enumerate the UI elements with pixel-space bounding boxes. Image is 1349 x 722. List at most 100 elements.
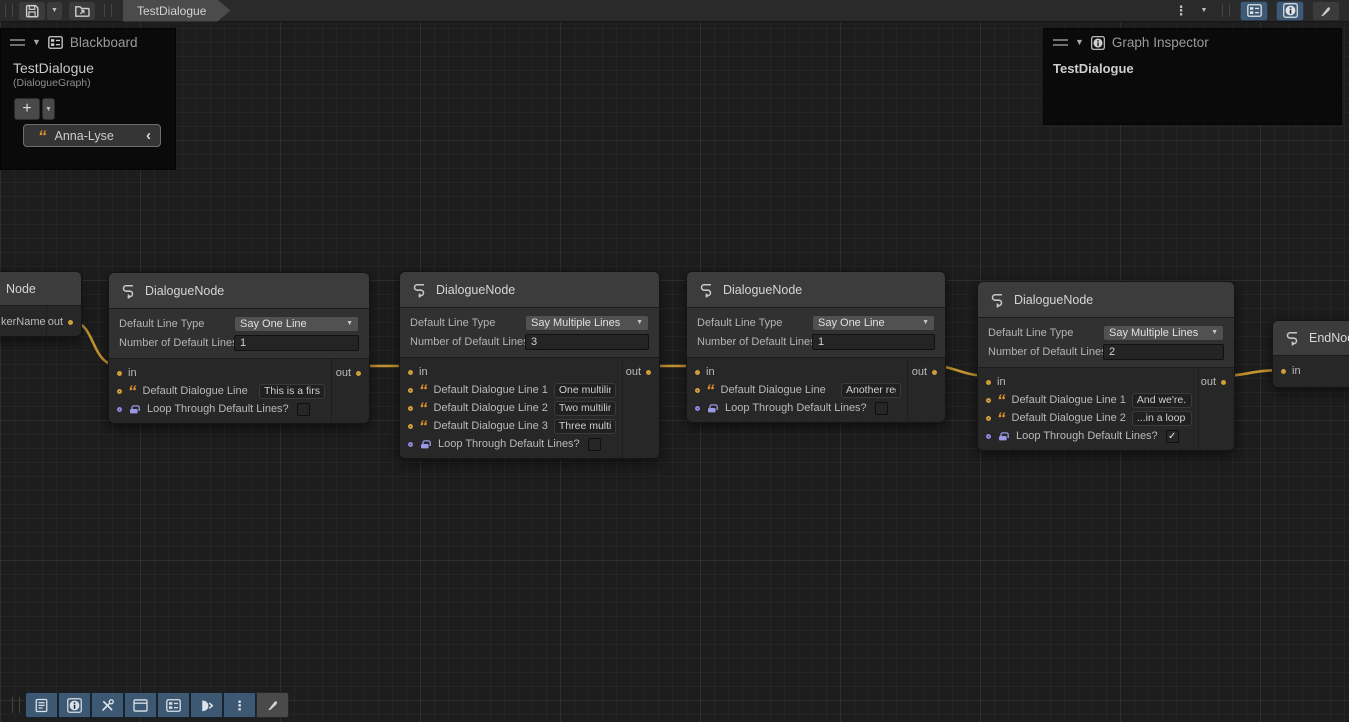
overflow-caret-button[interactable]: ▼	[1196, 2, 1212, 20]
inspector-header[interactable]: ▼ Graph Inspector	[1044, 29, 1341, 54]
dialogue-line-port[interactable]	[986, 398, 991, 403]
dialogue-node-3[interactable]: DialogueNode Default Line Type Say One L…	[686, 271, 946, 423]
dialogue-line-field[interactable]: ...in a loop	[1132, 411, 1192, 426]
line-type-dropdown[interactable]: Say Multiple Lines ▼	[1103, 325, 1224, 341]
toggle-preview-button[interactable]	[1312, 1, 1340, 21]
toolbar-drag-handle[interactable]	[104, 4, 112, 17]
more-options-button[interactable]: ⋮	[223, 692, 256, 718]
dialogue-node-2[interactable]: DialogueNode Default Line Type Say Multi…	[399, 271, 660, 459]
dialogue-line-port[interactable]	[408, 406, 413, 411]
dialogue-line-field[interactable]: Three multilin	[554, 419, 616, 434]
out-port[interactable]	[646, 370, 651, 375]
out-port[interactable]	[932, 370, 937, 375]
line-type-dropdown[interactable]: Say Multiple Lines ▼	[525, 315, 649, 331]
num-lines-field[interactable]: 2	[1103, 344, 1224, 360]
toolbar-drag-handle[interactable]	[5, 4, 13, 17]
in-port-label: in	[419, 366, 428, 378]
line-type-label: Default Line Type	[119, 318, 234, 330]
dialogue-line-port[interactable]	[695, 388, 700, 393]
loop-checkbox[interactable]	[875, 402, 888, 415]
toggle-inspector-button[interactable]	[1276, 1, 1304, 21]
toolbar-drag-handle[interactable]	[12, 697, 20, 713]
blackboard-icon	[48, 36, 63, 49]
node-title-bar[interactable]: DialogueNode	[400, 272, 659, 308]
toggle-doc-button[interactable]	[25, 692, 58, 718]
dialogue-line-label: Default Dialogue Line	[143, 385, 248, 397]
open-asset-button[interactable]	[69, 2, 95, 20]
dialogue-line-port[interactable]	[408, 388, 413, 393]
toggle-window-button[interactable]	[124, 692, 157, 718]
toolbar-drag-handle[interactable]	[1222, 4, 1230, 17]
loop-icon	[419, 438, 432, 451]
dialogue-line-label: Default Dialogue Line 2	[1012, 412, 1126, 424]
window-icon	[133, 699, 148, 712]
loop-port[interactable]	[117, 407, 122, 412]
toggle-blackboard-button[interactable]	[1240, 1, 1268, 21]
out-port[interactable]	[356, 371, 361, 376]
in-port[interactable]	[117, 371, 122, 376]
dialogue-line-field[interactable]: Another regu	[841, 383, 901, 398]
in-port-label: in	[997, 376, 1006, 388]
start-node[interactable]: Node kerName out	[0, 271, 82, 337]
tab-testdialogue[interactable]: TestDialogue	[123, 0, 230, 22]
collapse-triangle-icon[interactable]: ▼	[32, 38, 41, 47]
end-node[interactable]: EndNode in	[1272, 320, 1349, 388]
end-node-title-bar[interactable]: EndNode	[1273, 321, 1349, 356]
dialogue-line-field[interactable]: One multiline	[554, 383, 616, 398]
blackboard-icon	[166, 699, 181, 712]
num-lines-field[interactable]: 1	[812, 334, 935, 350]
out-port[interactable]	[68, 320, 73, 325]
panel-drag-handle-icon[interactable]	[1053, 39, 1068, 46]
toggle-tools-button[interactable]	[91, 692, 124, 718]
loop-checkbox[interactable]	[588, 438, 601, 451]
save-dropdown-button[interactable]: ▼	[47, 2, 62, 20]
string-property-icon: “	[38, 133, 47, 141]
node-title-bar[interactable]: DialogueNode	[978, 282, 1234, 318]
toggle-blackboard-button[interactable]	[157, 692, 190, 718]
dialogue-line-port[interactable]	[986, 416, 991, 421]
chevron-left-icon[interactable]: ‹	[146, 128, 151, 143]
loop-port[interactable]	[695, 406, 700, 411]
blackboard-property-anna-lyse[interactable]: “ Anna-Lyse ‹	[23, 124, 161, 147]
num-lines-field[interactable]: 3	[525, 334, 649, 350]
dialogue-line-field[interactable]: This is a first	[259, 384, 325, 399]
line-type-label: Default Line Type	[988, 327, 1103, 339]
loop-icon	[706, 402, 719, 415]
add-property-dropdown-button[interactable]: ▼	[42, 98, 55, 120]
in-port[interactable]	[408, 370, 413, 375]
dialogue-line-field[interactable]: And we're...	[1132, 393, 1192, 408]
dialogue-line-port[interactable]	[408, 424, 413, 429]
in-port[interactable]	[1281, 369, 1286, 374]
dropdown-caret-icon: ▼	[636, 319, 643, 326]
panel-drag-handle-icon[interactable]	[10, 39, 25, 46]
loop-port[interactable]	[986, 434, 991, 439]
line-type-dropdown[interactable]: Say One Line ▼	[234, 316, 359, 332]
in-port[interactable]	[986, 380, 991, 385]
loop-checkbox[interactable]	[297, 403, 310, 416]
out-port[interactable]	[1221, 380, 1226, 385]
num-lines-field[interactable]: 1	[234, 335, 359, 351]
blackboard-header[interactable]: ▼ Blackboard	[1, 29, 175, 54]
out-port-label: out	[336, 367, 351, 379]
dialogue-node-1[interactable]: DialogueNode Default Line Type Say One L…	[108, 272, 370, 424]
dialogue-line-port[interactable]	[117, 389, 122, 394]
add-property-button[interactable]: +	[14, 98, 40, 120]
loop-port[interactable]	[408, 442, 413, 447]
node-title-bar[interactable]: DialogueNode	[687, 272, 945, 308]
toggle-dialogue-button[interactable]	[190, 692, 223, 718]
toggle-info-button[interactable]	[58, 692, 91, 718]
collapse-triangle-icon[interactable]: ▼	[1075, 38, 1084, 47]
in-port[interactable]	[695, 370, 700, 375]
dialogue-line-field[interactable]: Two multiline	[554, 401, 616, 416]
toggle-preview-button[interactable]	[256, 692, 289, 718]
dialogue-node-4[interactable]: DialogueNode Default Line Type Say Multi…	[977, 281, 1235, 451]
property-label: Anna-Lyse	[55, 129, 139, 143]
loop-label: Loop Through Default Lines?	[1016, 430, 1158, 442]
overflow-menu-button[interactable]: ⋮	[1168, 2, 1194, 20]
quote-icon: “	[419, 423, 428, 431]
loop-checkbox[interactable]: ✓	[1166, 430, 1179, 443]
line-type-dropdown[interactable]: Say One Line ▼	[812, 315, 935, 331]
save-button[interactable]	[19, 2, 45, 20]
node-title-bar[interactable]: DialogueNode	[109, 273, 369, 309]
start-node-title-bar[interactable]: Node	[0, 272, 81, 306]
